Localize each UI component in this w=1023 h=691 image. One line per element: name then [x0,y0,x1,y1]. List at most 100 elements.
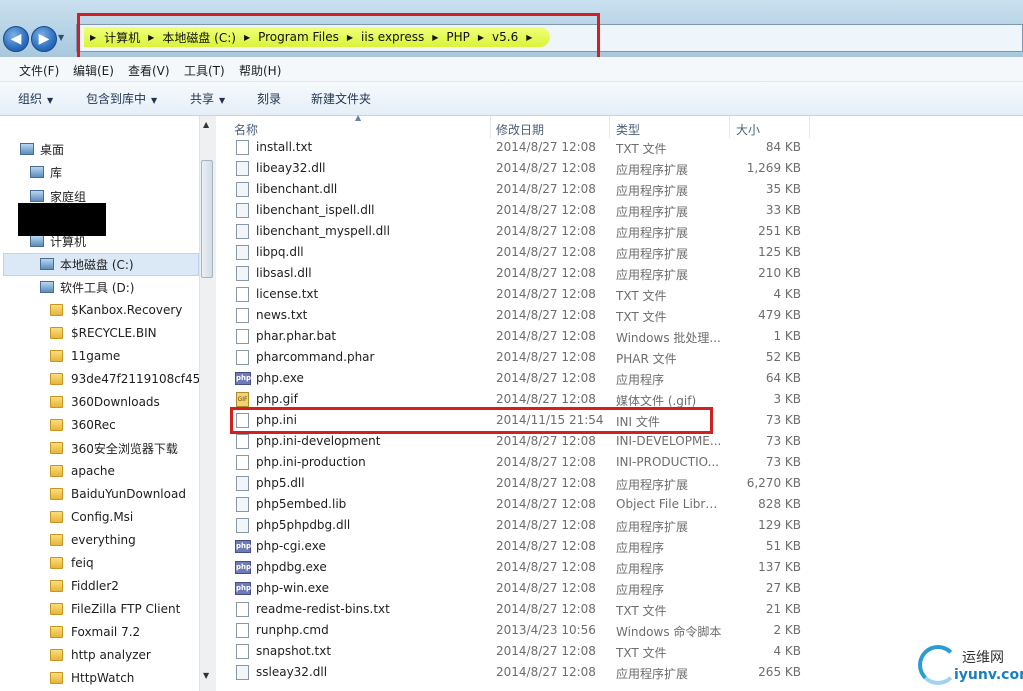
sidebar-item[interactable]: 本地磁盘 (C:) [40,254,134,274]
drive-icon [40,281,54,293]
file-row[interactable]: libenchant.dll 2014/8/27 12:08 应用程序扩展 35 KB [229,179,814,200]
sidebar-item[interactable]: 11game [50,346,120,366]
file-size: 35 KB [765,182,801,196]
sidebar-item[interactable]: everything [50,530,136,550]
new-folder-button[interactable]: 新建文件夹 [311,90,371,107]
file-row[interactable]: readme-redist-bins.txt 2014/8/27 12:08 TXT… [229,599,814,620]
menu-view[interactable]: 查看(V) [128,62,170,79]
file-row[interactable]: php phpdbg.exe 2014/8/27 12:08 应用程序 137 KB [229,557,814,578]
file-type: TXT 文件 [616,604,667,618]
file-row[interactable]: install.txt 2014/8/27 12:08 TXT 文件 84 KB [229,137,814,158]
include-in-library-button[interactable]: 包含到库中 ▼ [86,90,157,107]
sidebar-item[interactable]: 桌面 [20,139,64,159]
file-row[interactable]: libenchant_ispell.dll 2014/8/27 12:08 应用程序… [229,200,814,221]
file-row[interactable]: license.txt 2014/8/27 12:08 TXT 文件 4 KB [229,284,814,305]
file-name: license.txt [256,287,319,301]
menu-file[interactable]: 文件(F) [19,62,59,79]
column-divider[interactable] [809,116,810,138]
column-header-type[interactable]: 类型 [616,121,640,138]
file-row[interactable]: php.ini-development 2014/8/27 12:08 INI-DE… [229,431,814,452]
txt-file-icon [236,350,249,365]
column-divider[interactable] [729,116,730,138]
sidebar-item[interactable]: feiq [50,553,94,573]
file-row[interactable]: php5.dll 2014/8/27 12:08 应用程序扩展 6,270 KB [229,473,814,494]
recent-pages-dropdown-icon[interactable]: ▼ [58,33,66,42]
sidebar-item[interactable]: Config.Msi [50,507,133,527]
file-row[interactable]: php5embed.lib 2014/8/27 12:08 Object File … [229,494,814,515]
file-row[interactable]: runphp.cmd 2013/4/23 10:56 Windows 命令脚本 2 K… [229,620,814,641]
bat-file-icon [236,329,249,344]
file-date: 2014/8/27 12:08 [496,434,596,448]
file-type: TXT 文件 [616,289,667,303]
column-header-size[interactable]: 大小 [736,121,760,138]
column-header-name[interactable]: 名称 [234,121,258,138]
file-row[interactable]: news.txt 2014/8/27 12:08 TXT 文件 479 KB [229,305,814,326]
sidebar-item[interactable]: 360安全浏览器下载 [50,438,178,458]
folder-icon [50,350,63,362]
file-name: snapshot.txt [256,644,332,658]
file-size: 73 KB [765,455,801,469]
sidebar-item[interactable]: 库 [30,162,62,182]
sidebar-item[interactable]: $RECYCLE.BIN [50,323,157,343]
file-row[interactable]: php php.exe 2014/8/27 12:08 应用程序 64 KB [229,368,814,389]
file-name: ssleay32.dll [256,665,328,679]
file-row[interactable]: php php-win.exe 2014/8/27 12:08 应用程序 27 KB [229,578,814,599]
file-name: phar.phar.bat [256,329,337,343]
menu-tools[interactable]: 工具(T) [184,62,225,79]
sidebar-item[interactable]: Foxmail 7.2 [50,622,140,642]
file-row[interactable]: ssleay32.dll 2014/8/27 12:08 应用程序扩展 265 KB [229,662,814,683]
folder-icon [50,396,63,408]
file-row[interactable]: libeay32.dll 2014/8/27 12:08 应用程序扩展 1,269 K… [229,158,814,179]
file-type: Windows 命令脚本 [616,625,722,639]
txt-file-icon [236,434,249,449]
file-row[interactable]: pharcommand.phar 2014/8/27 12:08 PHAR 文件 52… [229,347,814,368]
menu-help[interactable]: 帮助(H) [239,62,281,79]
homegroup-icon [30,190,44,202]
file-row[interactable]: php.ini-production 2014/8/27 12:08 INI-PRO… [229,452,814,473]
column-divider[interactable] [490,116,491,138]
column-divider[interactable] [609,116,610,138]
file-row[interactable]: libpq.dll 2014/8/27 12:08 应用程序扩展 125 KB [229,242,814,263]
file-type: 应用程序扩展 [616,205,689,219]
scroll-down-icon[interactable]: ▼ [203,671,209,680]
sidebar-item[interactable]: 软件工具 (D:) [40,277,134,297]
file-row[interactable]: phar.phar.bat 2014/8/27 12:08 Windows 批处理.… [229,326,814,347]
scroll-up-icon[interactable]: ▲ [203,120,209,129]
sidebar-item-label: HttpWatch [71,671,135,685]
sidebar-item[interactable]: FileZilla FTP Client [50,599,180,619]
dll-file-icon [236,245,249,260]
file-type: 应用程序 [616,562,665,576]
sidebar-item[interactable]: 93de47f2119108cf454 [50,369,208,389]
folder-icon [50,672,63,684]
menu-edit[interactable]: 编辑(E) [73,62,114,79]
file-date: 2014/8/27 12:08 [496,539,596,553]
burn-button[interactable]: 刻录 [257,90,281,107]
file-row[interactable]: php5phpdbg.dll 2014/8/27 12:08 应用程序扩展 129 K… [229,515,814,536]
sidebar-item[interactable]: BaiduYunDownload [50,484,186,504]
sidebar-item[interactable]: apache [50,461,115,481]
sidebar-item[interactable]: http analyzer [50,645,151,665]
back-button[interactable]: ◀ [3,26,29,52]
sidebar-item[interactable]: $Kanbox.Recovery [50,300,182,320]
scrollbar-thumb[interactable] [201,160,213,278]
dll-file-icon [236,224,249,239]
file-name: libenchant_ispell.dll [256,203,375,217]
file-date: 2014/8/27 12:08 [496,497,596,511]
sidebar-item[interactable]: HttpWatch [50,668,134,688]
column-header-date[interactable]: 修改日期 [496,121,544,138]
forward-button[interactable]: ▶ [31,26,57,52]
php-file-icon: php [235,582,251,595]
sidebar-item[interactable]: 360Rec [50,415,116,435]
share-button[interactable]: 共享 ▼ [190,90,225,107]
organize-button[interactable]: 组织 ▼ [18,90,53,107]
file-row[interactable]: libsasl.dll 2014/8/27 12:08 应用程序扩展 210 KB [229,263,814,284]
file-row[interactable]: snapshot.txt 2014/8/27 12:08 TXT 文件 4 KB [229,641,814,662]
file-date: 2014/8/27 12:08 [496,371,596,385]
sidebar-item[interactable]: 360Downloads [50,392,160,412]
sidebar-item[interactable]: Fiddler2 [50,576,119,596]
watermark-cn: 运维网 [962,650,1004,666]
dll-file-icon [236,665,249,680]
file-row[interactable]: php php-cgi.exe 2014/8/27 12:08 应用程序 51 KB [229,536,814,557]
file-row[interactable]: libenchant_myspell.dll 2014/8/27 12:08 应用程… [229,221,814,242]
file-name: install.txt [256,140,313,154]
